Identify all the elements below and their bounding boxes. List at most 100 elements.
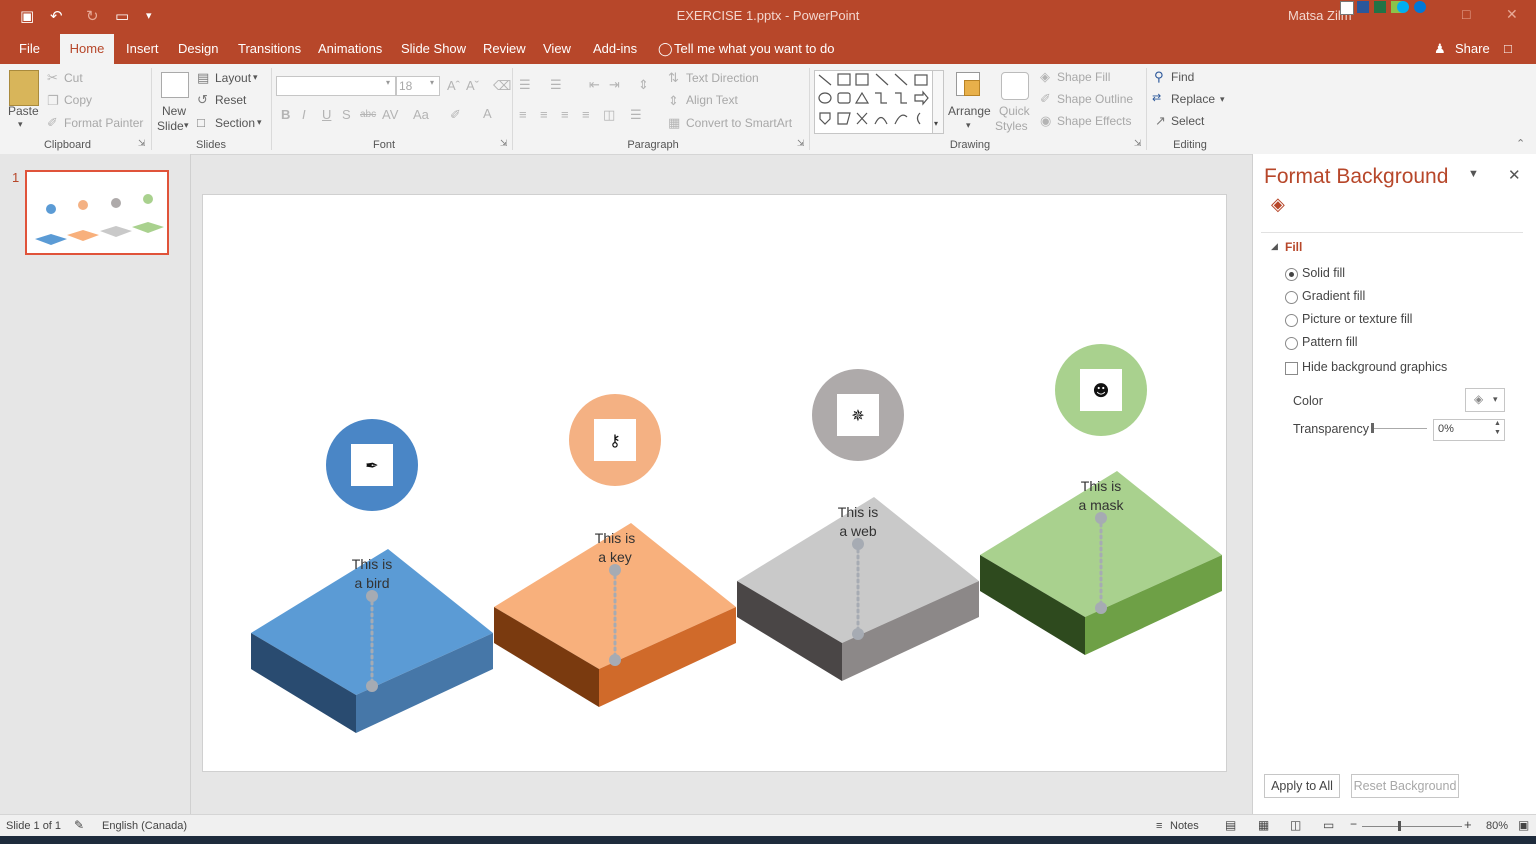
restore-icon[interactable]: □ <box>1462 6 1470 22</box>
line-spacing-icon[interactable]: ⇕ <box>638 77 649 93</box>
gallery-more-icon[interactable]: ▾ <box>934 119 938 128</box>
tab-animations[interactable]: Animations <box>318 41 382 56</box>
zoom-in-icon[interactable]: + <box>1464 817 1472 832</box>
increase-font-icon[interactable]: Aˆ <box>447 78 460 93</box>
apply-to-all-button[interactable]: Apply to All <box>1264 774 1340 798</box>
new-slide-icon[interactable] <box>161 72 189 98</box>
zoom-slider-thumb[interactable] <box>1398 821 1401 831</box>
select-button[interactable]: Select <box>1171 114 1204 128</box>
font-color-icon[interactable]: A <box>483 106 492 121</box>
underline-icon[interactable]: U <box>322 107 331 122</box>
decrease-font-icon[interactable]: Aˇ <box>466 78 479 93</box>
clipboard-launcher-icon[interactable]: ⇲ <box>138 138 146 149</box>
step-label-line2[interactable]: a key <box>598 549 631 565</box>
quick-styles-button-label[interactable]: Styles <box>995 119 1028 133</box>
language-indicator[interactable]: English (Canada) <box>102 820 187 832</box>
fill-collapse-icon[interactable]: ◢ <box>1271 241 1278 252</box>
section-dropdown-icon[interactable]: ▾ <box>257 117 262 128</box>
solid-fill-label[interactable]: Solid fill <box>1302 266 1345 280</box>
spellcheck-icon[interactable]: ✎ <box>74 818 84 832</box>
text-direction-button[interactable]: Text Direction <box>686 71 759 85</box>
transparency-slider-track[interactable] <box>1371 428 1427 429</box>
clear-formatting-icon[interactable]: ⌫ <box>493 78 511 94</box>
step-label-line2[interactable]: a bird <box>354 575 389 591</box>
reading-view-icon[interactable]: ◫ <box>1290 818 1301 832</box>
zoom-out-icon[interactable]: − <box>1350 817 1357 831</box>
tab-transitions[interactable]: Transitions <box>238 41 301 56</box>
cut-button[interactable]: Cut <box>64 71 83 85</box>
layout-button[interactable]: Layout <box>215 71 251 85</box>
step-label-line1[interactable]: This is <box>1081 478 1121 494</box>
font-size-dropdown-icon[interactable]: ▾ <box>430 78 434 87</box>
close-window-icon[interactable]: ✕ <box>1506 6 1518 23</box>
fit-slide-icon[interactable]: ▣ <box>1518 818 1529 832</box>
tab-view[interactable]: View <box>543 41 571 56</box>
shape-effects-button[interactable]: Shape Effects <box>1057 114 1132 128</box>
close-pane-icon[interactable]: ✕ <box>1508 166 1521 184</box>
spin-up-icon[interactable]: ▲ <box>1494 420 1501 427</box>
slide-thumbnail[interactable] <box>25 170 169 255</box>
paragraph-launcher-icon[interactable]: ⇲ <box>797 138 805 149</box>
section-button[interactable]: Section <box>215 116 255 130</box>
align-left-icon[interactable]: ≡ <box>519 107 527 122</box>
columns-icon[interactable]: ◫ <box>603 107 615 123</box>
font-name-combobox[interactable] <box>276 76 396 96</box>
align-right-icon[interactable]: ≡ <box>561 107 569 122</box>
slide-canvas[interactable]: This is a bird ✒ This is a key ⚷ This is a web ✵… <box>202 194 1227 772</box>
fill-bucket-icon[interactable]: ◈ <box>1271 194 1285 215</box>
collapse-ribbon-icon[interactable]: ⌃ <box>1516 137 1525 150</box>
gradient-fill-label[interactable]: Gradient fill <box>1302 289 1365 303</box>
step-label-line1[interactable]: This is <box>838 504 878 520</box>
numbering-icon[interactable]: ☰ <box>550 77 562 93</box>
picture-fill-radio[interactable] <box>1285 314 1298 327</box>
pattern-fill-label[interactable]: Pattern fill <box>1302 335 1358 349</box>
new-slide-dropdown-icon[interactable]: ▾ <box>184 120 189 131</box>
comments-icon[interactable]: □ <box>1504 41 1512 56</box>
font-launcher-icon[interactable]: ⇲ <box>500 138 508 149</box>
zoom-slider[interactable] <box>1362 826 1462 827</box>
change-case-icon[interactable]: Aa <box>413 107 429 122</box>
slide-sorter-icon[interactable]: ▦ <box>1258 818 1269 832</box>
arrange-dropdown-icon[interactable]: ▾ <box>966 120 971 131</box>
color-picker-button[interactable]: ◈ ▾ <box>1465 388 1505 412</box>
slideshow-view-icon[interactable]: ▭ <box>1323 818 1334 832</box>
spin-down-icon[interactable]: ▼ <box>1494 429 1501 436</box>
step-label-line2[interactable]: a mask <box>1078 497 1124 513</box>
align-center-icon[interactable]: ≡ <box>540 107 548 122</box>
tab-insert[interactable]: Insert <box>126 41 159 56</box>
transparency-slider-thumb[interactable] <box>1371 423 1374 433</box>
decrease-indent-icon[interactable]: ⇤ <box>589 77 600 93</box>
increase-indent-icon[interactable]: ⇥ <box>609 77 620 93</box>
picture-fill-label[interactable]: Picture or texture fill <box>1302 312 1412 326</box>
tab-slideshow[interactable]: Slide Show <box>401 41 466 56</box>
tab-design[interactable]: Design <box>178 41 218 56</box>
quick-styles-icon[interactable] <box>1001 72 1029 100</box>
paragraph-more-icon[interactable]: ☰ <box>630 107 642 123</box>
gradient-fill-radio[interactable] <box>1285 291 1298 304</box>
layout-dropdown-icon[interactable]: ▾ <box>253 72 258 83</box>
shape-fill-button[interactable]: Shape Fill <box>1057 70 1110 84</box>
paste-dropdown-icon[interactable]: ▾ <box>18 119 23 130</box>
shapes-gallery-scroll[interactable]: ▾ <box>932 70 944 134</box>
hide-graphics-checkbox[interactable] <box>1285 362 1298 375</box>
arrange-button[interactable]: Arrange <box>948 104 991 118</box>
step-label-line2[interactable]: a web <box>839 523 877 539</box>
hide-graphics-label[interactable]: Hide background graphics <box>1302 360 1447 374</box>
justify-icon[interactable]: ≡ <box>582 107 590 122</box>
drawing-launcher-icon[interactable]: ⇲ <box>1134 138 1142 149</box>
bullets-icon[interactable]: ☰ <box>519 77 531 93</box>
format-painter-button[interactable]: Format Painter <box>64 116 143 130</box>
italic-icon[interactable]: I <box>302 107 306 122</box>
new-slide-button[interactable]: New <box>162 104 186 118</box>
notes-button[interactable]: Notes <box>1170 820 1199 832</box>
zoom-level[interactable]: 80% <box>1486 820 1508 832</box>
bold-icon[interactable]: B <box>281 107 290 122</box>
copy-button[interactable]: Copy <box>64 93 92 107</box>
solid-fill-radio[interactable] <box>1285 268 1298 281</box>
replace-dropdown-icon[interactable]: ▾ <box>1220 94 1225 105</box>
transparency-input[interactable]: 0% ▲ ▼ <box>1433 419 1505 441</box>
pattern-fill-radio[interactable] <box>1285 337 1298 350</box>
pane-options-icon[interactable]: ▼ <box>1468 168 1479 180</box>
text-shadow-icon[interactable]: S <box>342 107 351 122</box>
shape-outline-button[interactable]: Shape Outline <box>1057 92 1133 106</box>
